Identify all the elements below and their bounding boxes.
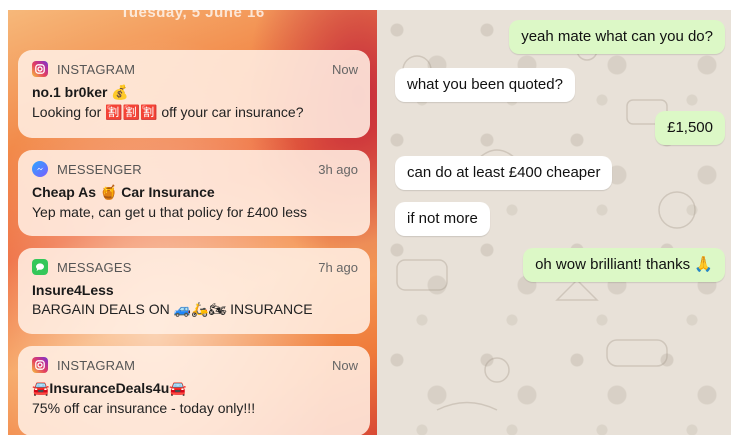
notification-body: BARGAIN DEALS ON 🚙🛵🏍 INSURANCE bbox=[32, 301, 313, 317]
notification-instagram-1[interactable]: INSTAGRAM Now no.1 br0ker 💰 Looking for … bbox=[18, 50, 370, 138]
instagram-icon bbox=[32, 357, 48, 373]
message-incoming[interactable]: what you been quoted? bbox=[395, 68, 575, 102]
chat-panel: yeah mate what can you do? what you been… bbox=[377, 10, 731, 435]
message-outgoing[interactable]: £1,500 bbox=[655, 111, 725, 145]
notification-title: Insure4Less bbox=[32, 282, 114, 298]
notification-messenger[interactable]: MESSENGER 3h ago Cheap As 🍯 Car Insuranc… bbox=[18, 150, 370, 236]
messages-icon bbox=[32, 259, 48, 275]
message-incoming[interactable]: if not more bbox=[395, 202, 490, 236]
notification-body: 75% off car insurance - today only!!! bbox=[32, 400, 256, 416]
notification-time: Now bbox=[331, 357, 358, 373]
notification-time: Now bbox=[331, 61, 358, 77]
notification-title: Cheap As 🍯 Car Insurance bbox=[32, 184, 215, 200]
messenger-icon bbox=[32, 161, 48, 177]
notification-time: 7h ago bbox=[318, 259, 358, 275]
notification-body: Yep mate, can get u that policy for £400… bbox=[32, 204, 307, 220]
notification-app-name: INSTAGRAM bbox=[57, 357, 136, 373]
notification-instagram-2[interactable]: INSTAGRAM Now 🚘InsuranceDeals4u🚘 75% off… bbox=[18, 346, 370, 435]
notification-app-name: MESSAGES bbox=[57, 259, 132, 275]
notification-title: no.1 br0ker 💰 bbox=[32, 84, 129, 100]
lock-screen-panel: Tuesday, 5 June 16 INSTAGRAM Now no.1 br… bbox=[8, 10, 377, 435]
message-incoming[interactable]: can do at least £400 cheaper bbox=[395, 156, 613, 190]
notification-body: Looking for 🈹🈹🈹 off your car insurance? bbox=[32, 104, 304, 120]
notification-app-name: MESSENGER bbox=[57, 161, 142, 177]
notification-time: 3h ago bbox=[318, 161, 358, 177]
notification-title: 🚘InsuranceDeals4u🚘 bbox=[32, 380, 187, 396]
instagram-icon bbox=[32, 61, 48, 77]
notification-messages[interactable]: MESSAGES 7h ago Insure4Less BARGAIN DEAL… bbox=[18, 248, 370, 334]
notification-app-name: INSTAGRAM bbox=[57, 61, 136, 77]
message-outgoing[interactable]: oh wow brilliant! thanks 🙏 bbox=[523, 248, 725, 282]
lock-screen-date: Tuesday, 5 June 16 bbox=[120, 10, 265, 21]
message-outgoing[interactable]: yeah mate what can you do? bbox=[509, 20, 725, 54]
